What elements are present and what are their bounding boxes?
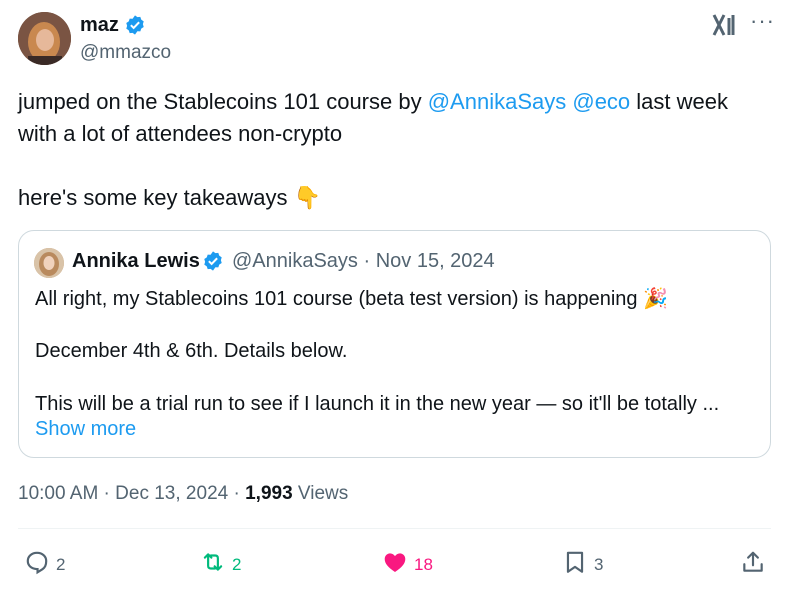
tweet-text: last week — [630, 89, 728, 114]
x-logo-icon[interactable] — [711, 12, 737, 38]
repost-button[interactable]: 2 — [200, 549, 241, 580]
quoted-text-line: All right, my Stablecoins 101 course (be… — [35, 286, 668, 311]
mention-link[interactable]: @AnnikaSays — [428, 89, 567, 114]
like-count: 18 — [414, 554, 433, 574]
share-button[interactable] — [740, 549, 766, 580]
bookmark-button[interactable]: 3 — [562, 549, 603, 580]
tweet-text-line: jumped on the Stablecoins 101 course by … — [18, 86, 728, 118]
more-options-icon[interactable]: ··· — [750, 8, 775, 34]
mention-link[interactable]: @eco — [572, 89, 630, 114]
repost-count: 2 — [232, 554, 242, 574]
repost-icon — [200, 549, 226, 580]
quoted-text: All right, my Stablecoins 101 course (be… — [35, 288, 638, 310]
quoted-author-name: Annika Lewis — [72, 250, 200, 272]
tweet-text-line: with a lot of attendees non-crypto — [18, 121, 343, 146]
quoted-date: Nov 15, 2024 — [375, 250, 495, 272]
views-label: Views — [297, 483, 349, 504]
tweet-time[interactable]: 10:00 AM — [18, 483, 98, 504]
tweet-text: here's some key takeaways — [18, 185, 288, 210]
tweet-text-line: here's some key takeaways 👇 — [18, 182, 321, 214]
share-icon — [740, 549, 766, 580]
reply-count: 2 — [56, 554, 66, 574]
reply-button[interactable]: 2 — [24, 549, 65, 580]
quoted-author-handle: @AnnikaSays — [232, 250, 358, 272]
author-handle[interactable]: @mmazco — [80, 42, 171, 64]
quoted-text-line: This will be a trial run to see if I lau… — [35, 393, 720, 415]
quoted-text-line: December 4th & 6th. Details below. — [35, 340, 348, 362]
reply-icon — [24, 549, 50, 580]
tweet-text: jumped on the Stablecoins 101 course by — [18, 89, 428, 114]
bookmark-count: 3 — [594, 554, 604, 574]
avatar[interactable] — [18, 12, 71, 65]
author-name[interactable]: maz — [80, 14, 119, 37]
pointing-down-emoji-icon: 👇 — [293, 185, 322, 210]
like-button[interactable]: 18 — [382, 549, 433, 580]
view-count: 1,993 — [245, 483, 293, 504]
verified-icon — [124, 14, 146, 36]
tweet-date[interactable]: Dec 13, 2024 — [115, 483, 228, 504]
show-more-link[interactable]: Show more — [35, 418, 136, 441]
party-popper-emoji-icon: 🎉 — [643, 288, 669, 310]
heart-icon — [382, 549, 408, 580]
quoted-avatar[interactable] — [34, 248, 64, 278]
quoted-meta: @AnnikaSays · Nov 15, 2024 — [232, 250, 495, 272]
bookmark-icon — [562, 549, 588, 580]
verified-icon — [202, 250, 224, 272]
tweet-timestamp: 10:00 AM · Dec 13, 2024 · 1,993 Views — [18, 483, 349, 504]
divider — [18, 528, 771, 529]
